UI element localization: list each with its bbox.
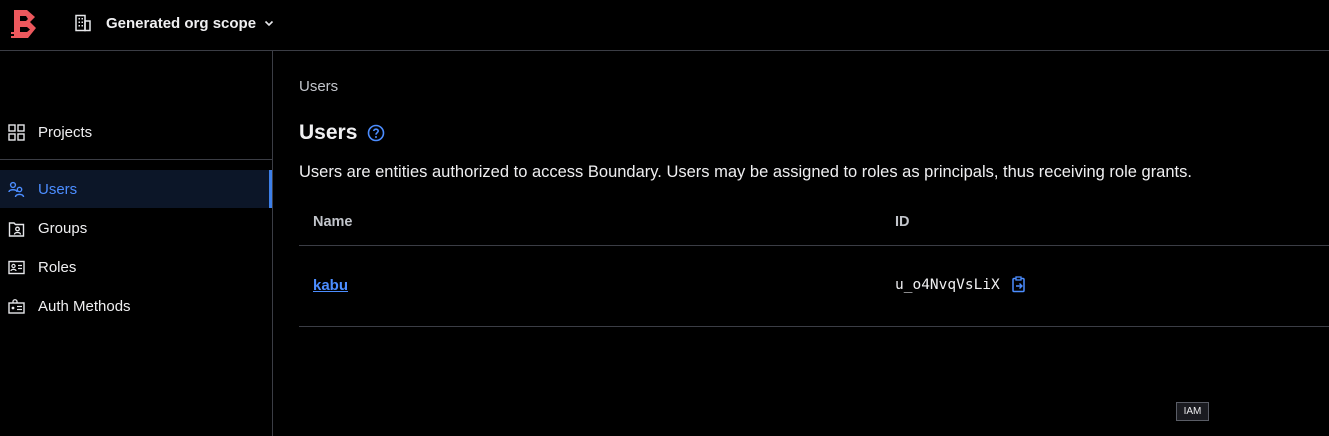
sidebar-item-auth-methods[interactable]: Auth Methods <box>0 287 272 325</box>
id-card-icon <box>8 260 25 274</box>
sidebar-item-label: Roles <box>38 258 77 276</box>
column-header-name: Name <box>313 214 353 230</box>
auth-icon <box>8 298 25 314</box>
sidebar-divider <box>0 159 272 160</box>
user-id-text: u_o4NvqVsLiX <box>895 276 1000 293</box>
top-bar: Generated org scope <box>0 0 1329 51</box>
main-content: Users Users Users are entities authorize… <box>299 51 1329 436</box>
boundary-logo[interactable] <box>11 8 39 40</box>
users-table: Name ID kabu u_o4NvqVsLiX <box>299 201 1329 327</box>
scope-label: Generated org scope <box>106 14 257 32</box>
building-icon <box>75 14 91 32</box>
sidebar-item-roles[interactable]: Roles <box>0 248 272 286</box>
breadcrumb[interactable]: Users <box>299 78 338 95</box>
page-title: Users <box>299 121 385 145</box>
sidebar-item-label: Auth Methods <box>38 297 131 315</box>
sidebar: Projects Users Groups Roles Auth Methods <box>0 51 273 436</box>
page-description: Users are entities authorized to access … <box>299 163 1192 181</box>
table-header: Name ID <box>299 201 1329 246</box>
sidebar-item-users[interactable]: Users <box>0 170 272 208</box>
user-id-cell: u_o4NvqVsLiX <box>895 276 1027 293</box>
scope-switcher[interactable]: Generated org scope <box>74 10 275 36</box>
sidebar-item-groups[interactable]: Groups <box>0 209 272 247</box>
page-title-text: Users <box>299 121 358 144</box>
chevron-down-icon <box>264 20 274 27</box>
users-icon <box>8 181 25 197</box>
sidebar-item-label: Users <box>38 180 78 198</box>
table-row: kabu u_o4NvqVsLiX <box>299 246 1329 327</box>
copy-icon[interactable] <box>1010 276 1027 293</box>
column-header-id: ID <box>895 214 910 230</box>
grid-icon <box>8 123 25 141</box>
sidebar-item-projects[interactable]: Projects <box>0 113 272 151</box>
user-name-link[interactable]: kabu <box>313 277 348 294</box>
help-icon[interactable] <box>367 124 385 142</box>
sidebar-item-label: Groups <box>38 219 88 237</box>
sidebar-item-label: Projects <box>38 123 93 141</box>
groups-icon <box>8 221 25 237</box>
iam-tag: IAM <box>1176 402 1209 421</box>
